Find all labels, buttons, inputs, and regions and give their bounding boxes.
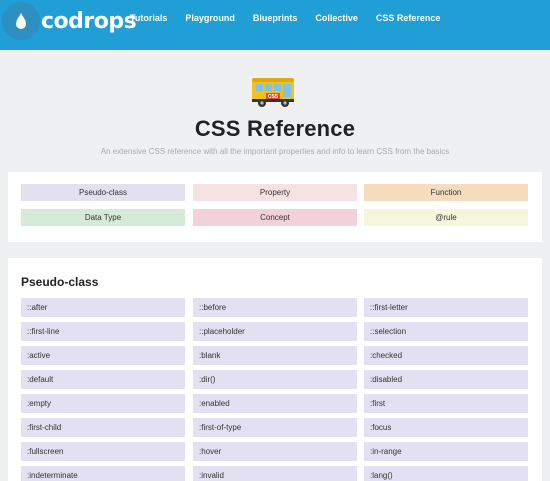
logo-text: codrops [41,8,137,34]
page-title: CSS Reference [194,116,356,141]
list-item[interactable]: :dir() [193,370,357,389]
page-subtitle: An extensive CSS reference with all the … [100,147,450,156]
drop-icon [2,2,40,40]
list-item[interactable]: ::first-letter [364,298,528,317]
list-item[interactable]: :fullscreen [21,442,185,461]
category-legend: Pseudo-class Property Function Data Type… [8,172,542,242]
legend-data-type[interactable]: Data Type [21,209,185,226]
list-item[interactable]: :enabled [193,394,357,413]
list-item[interactable]: :indeterminate [21,466,185,481]
nav-collective[interactable]: Collective [315,13,358,23]
list-item[interactable]: :lang() [364,466,528,481]
legend-rule[interactable]: @rule [364,209,528,226]
list-item[interactable]: :invalid [193,466,357,481]
list-item[interactable]: :blank [193,346,357,365]
legend-function[interactable]: Function [364,184,528,201]
school-bus-icon: CSS [252,78,294,107]
list-item[interactable]: :in-range [364,442,528,461]
list-item[interactable]: :checked [364,346,528,365]
list-item[interactable]: :first-of-type [193,418,357,437]
list-item[interactable]: ::first-line [21,322,185,341]
list-item[interactable]: :default [21,370,185,389]
legend-concept[interactable]: Concept [193,209,357,226]
list-item[interactable]: :first [364,394,528,413]
list-item[interactable]: :hover [193,442,357,461]
main-nav: Tutorials Playground Blueprints Collecti… [130,13,458,23]
list-item[interactable]: ::before [193,298,357,317]
list-item[interactable]: :empty [21,394,185,413]
hero: CSS CSS Reference An extensive CSS refer… [0,50,550,172]
nav-css-reference[interactable]: CSS Reference [376,13,441,23]
section-title: Pseudo-class [21,275,99,289]
list-item[interactable]: :focus [364,418,528,437]
nav-tutorials[interactable]: Tutorials [130,13,167,23]
site-header: codrops Tutorials Playground Blueprints … [0,0,550,50]
list-item[interactable]: :active [21,346,185,365]
legend-pseudo-class[interactable]: Pseudo-class [21,184,185,201]
list-item[interactable]: :disabled [364,370,528,389]
nav-blueprints[interactable]: Blueprints [253,13,298,23]
list-item[interactable]: ::placeholder [193,322,357,341]
codrops-logo[interactable]: codrops [2,2,137,40]
nav-playground[interactable]: Playground [185,13,235,23]
list-item[interactable]: :first-child [21,418,185,437]
list-item[interactable]: ::after [21,298,185,317]
legend-property[interactable]: Property [193,184,357,201]
pseudo-class-section: Pseudo-class ::after ::before ::first-le… [8,258,542,481]
list-item[interactable]: ::selection [364,322,528,341]
